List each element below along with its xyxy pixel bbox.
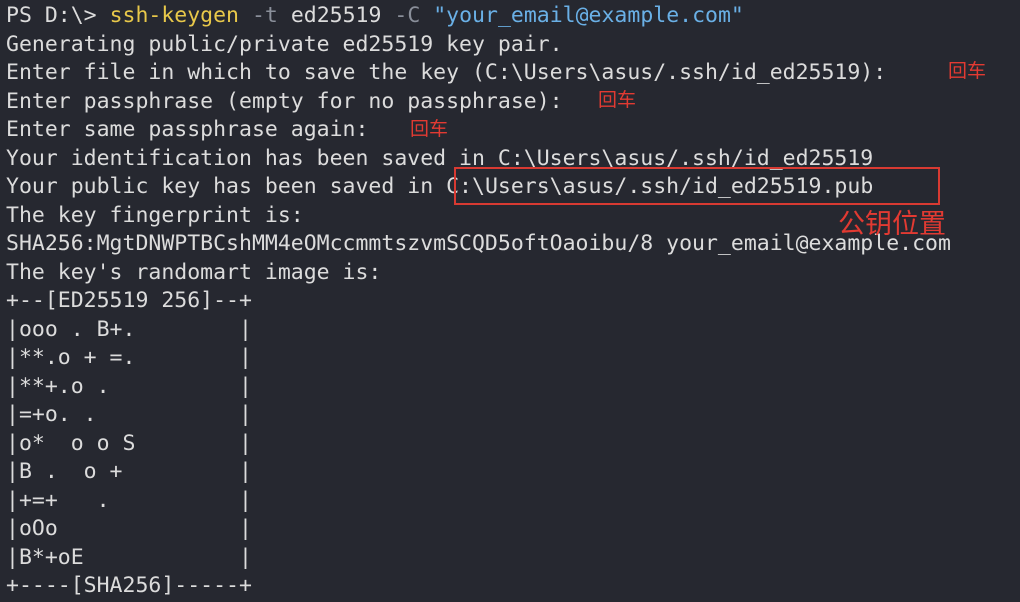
output-line: Enter same passphrase again: xyxy=(6,117,382,142)
enter-key-annotation: 回车 xyxy=(598,89,637,111)
randomart-line: |B . o + | xyxy=(6,459,252,484)
output-line: The key's randomart image is: xyxy=(6,260,382,285)
randomart-line: |o* o o S | xyxy=(6,431,252,456)
randomart-line: |B*+oE | xyxy=(6,545,252,570)
randomart-line: |oOo | xyxy=(6,516,252,541)
command-line: PS D:\> ssh-keygen -t ed25519 -C "your_e… xyxy=(6,2,744,30)
randomart-line: |+=+ . | xyxy=(6,488,252,513)
flag-comment: -C xyxy=(394,3,421,28)
prompt: PS D:\> xyxy=(6,3,110,28)
enter-key-annotation: 回车 xyxy=(948,60,987,82)
randomart-line: |**.o + =. | xyxy=(6,345,252,370)
randomart-line: |=+o. . | xyxy=(6,402,252,427)
output-line: Generating public/private ed25519 key pa… xyxy=(6,32,563,57)
comment-value: "your_email@example.com" xyxy=(433,3,744,28)
key-type-value: ed25519 xyxy=(290,3,382,28)
randomart-line: +----[SHA256]-----+ xyxy=(6,573,252,598)
output-line: SHA256:MgtDNWPTBCshMM4eOMccmmtszvmSCQD5o… xyxy=(6,231,951,256)
output-line: Enter passphrase (empty for no passphras… xyxy=(6,89,576,114)
randomart-line: +--[ED25519 256]--+ xyxy=(6,288,252,313)
command-program: ssh-keygen xyxy=(109,3,240,28)
output-line: The key fingerprint is: xyxy=(6,203,304,228)
public-key-highlight-box xyxy=(454,167,940,205)
output-line: Enter file in which to save the key (C:\… xyxy=(6,60,900,85)
randomart-line: |ooo . B+. | xyxy=(6,317,252,342)
public-key-prefix: Your public key has been saved in xyxy=(6,174,447,199)
terminal-window[interactable]: PS D:\> ssh-keygen -t ed25519 -C "your_e… xyxy=(0,0,1020,602)
flag-type: -t xyxy=(251,3,278,28)
public-key-location-annotation: 公钥位置 xyxy=(838,209,946,240)
enter-key-annotation: 回车 xyxy=(410,118,449,140)
randomart-line: |**+.o . | xyxy=(6,374,252,399)
